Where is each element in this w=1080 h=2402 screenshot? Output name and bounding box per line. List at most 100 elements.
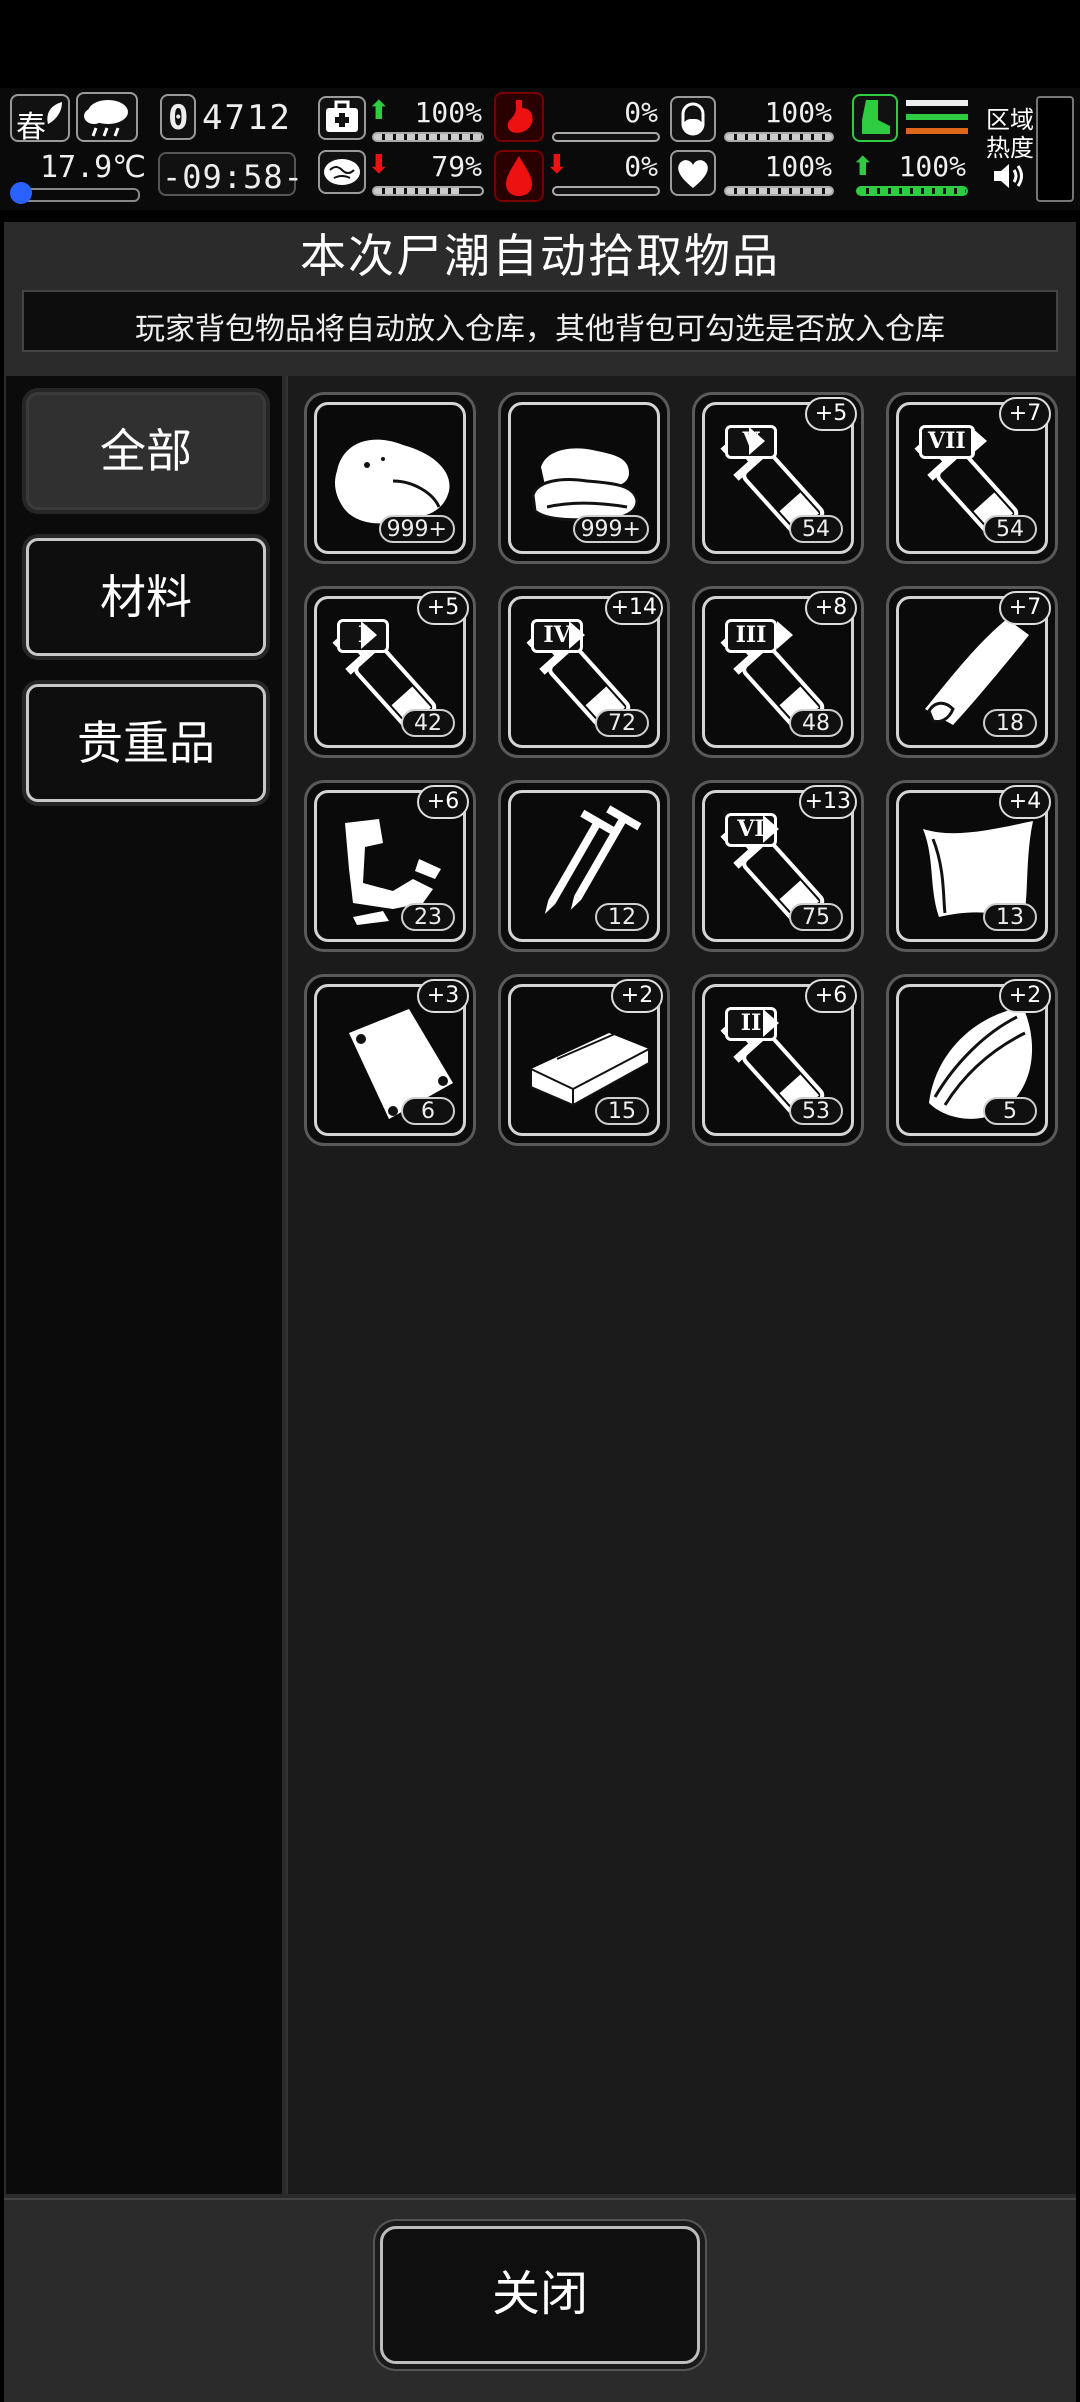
- tier-arrow: [569, 621, 585, 649]
- item-slot-frame: 999+: [508, 402, 660, 554]
- medkit-icon: [326, 100, 358, 132]
- tier-arrow: [971, 427, 987, 455]
- heart-pct: 100%: [764, 150, 832, 183]
- item-count: 42: [401, 709, 455, 737]
- item-slot[interactable]: IV 72 +14: [498, 586, 670, 758]
- hunger-pct: 0%: [624, 96, 658, 129]
- item-bonus-badge: +5: [417, 591, 469, 625]
- item-slot[interactable]: III 48 +8: [692, 586, 864, 758]
- item-slot[interactable]: 6 +3: [304, 974, 476, 1146]
- category-sidebar: 全部 材料 贵重品: [6, 376, 282, 2194]
- pill-icon: [681, 102, 705, 136]
- item-count: 75: [789, 903, 843, 931]
- tab-valuables[interactable]: 贵重品: [26, 684, 266, 802]
- temperature-bar: [14, 188, 140, 202]
- item-bonus-badge: +13: [798, 785, 857, 819]
- day-digit: 0: [168, 98, 189, 138]
- item-bonus-badge: +14: [604, 591, 663, 625]
- item-slot[interactable]: VII 54 +7: [886, 392, 1058, 564]
- page-title: 本次尸潮自动拾取物品: [300, 229, 780, 283]
- tier-label: III: [725, 619, 777, 653]
- stomach-badge: [494, 92, 544, 142]
- item-slot[interactable]: 999+: [304, 392, 476, 564]
- blood-badge: [494, 150, 544, 202]
- health-bar: [372, 132, 484, 142]
- speaker-icon[interactable]: [990, 160, 1028, 192]
- item-bonus-badge: +3: [417, 979, 469, 1013]
- item-slot[interactable]: 23 +6: [304, 780, 476, 952]
- item-slot[interactable]: 999+: [498, 392, 670, 564]
- stamina-stripes: [906, 98, 968, 142]
- season-badge: 春: [10, 94, 70, 145]
- zone-heat-meter: [1036, 96, 1074, 202]
- drink-pct: 100%: [764, 96, 832, 129]
- item-count: 48: [789, 709, 843, 737]
- leaf-icon: [47, 102, 62, 124]
- boot-badge: [852, 94, 898, 142]
- pill-badge: [670, 96, 716, 142]
- item-slot[interactable]: 13 +4: [886, 780, 1058, 952]
- item-slot[interactable]: V 54 +5: [692, 392, 864, 564]
- item-count: 53: [789, 1097, 843, 1125]
- item-count: 999+: [572, 515, 649, 543]
- heart-bar: [724, 186, 834, 196]
- item-bonus-badge: +5: [805, 397, 857, 431]
- item-slot[interactable]: VI 75 +13: [692, 780, 864, 952]
- bleed-bar: [552, 186, 660, 196]
- medkit-badge: [318, 96, 366, 140]
- item-count: 12: [595, 903, 649, 931]
- item-count: 54: [789, 515, 843, 543]
- item-bonus-badge: +6: [805, 979, 857, 1013]
- clock-box: -09:58-: [158, 152, 303, 196]
- tier-label: VII: [919, 425, 975, 459]
- zone-label-1: 区域: [986, 106, 1034, 134]
- weather-badge: [76, 92, 138, 142]
- tier-arrow: [749, 427, 765, 455]
- tier-arrow: [763, 815, 779, 843]
- heart-icon: [678, 160, 708, 188]
- item-bonus-badge: +6: [417, 785, 469, 819]
- day-digit-box: 0: [160, 94, 196, 140]
- temperature-readout: 17.9℃: [40, 150, 146, 185]
- tab-all[interactable]: 全部: [26, 392, 266, 510]
- item-slot[interactable]: 15 +2: [498, 974, 670, 1146]
- item-bonus-badge: +4: [999, 785, 1051, 819]
- clock: -09:58-: [162, 158, 304, 196]
- mood-pct: 79%: [431, 150, 482, 183]
- brain-badge: [318, 150, 366, 194]
- status-hud: 春 17.9℃ 0 4712 -09:58- ⬆ 100% ⬇ 79% 0% ⬇: [0, 88, 1080, 210]
- tier-arrow: [763, 1009, 779, 1037]
- drink-bar: [724, 132, 834, 142]
- tab-materials[interactable]: 材料: [26, 538, 266, 656]
- item-slot[interactable]: 18 +7: [886, 586, 1058, 758]
- mood-bar: [372, 186, 484, 196]
- close-button[interactable]: 关闭: [380, 2226, 700, 2364]
- boot-icon: [862, 100, 890, 134]
- stamina-bar: [856, 186, 968, 196]
- stomach-icon: [507, 100, 533, 133]
- tier-arrow: [361, 621, 377, 649]
- item-slot[interactable]: II 53 +6: [692, 974, 864, 1146]
- item-slot[interactable]: 5 +2: [886, 974, 1058, 1146]
- day-counter: 4712: [202, 98, 292, 138]
- item-bonus-badge: +7: [999, 591, 1051, 625]
- item-slot-frame: 999+: [314, 402, 466, 554]
- zone-heat-label: 区域 热度: [986, 106, 1034, 162]
- item-slot[interactable]: 12: [498, 780, 670, 952]
- hunger-bar: [552, 132, 660, 142]
- item-bonus-badge: +8: [805, 591, 857, 625]
- zone-label-2: 热度: [986, 134, 1034, 162]
- item-count: 5: [983, 1097, 1037, 1125]
- item-bonus-badge: +2: [999, 979, 1051, 1013]
- item-count: 13: [983, 903, 1037, 931]
- subtitle-box: 玩家背包物品将自动放入仓库，其他背包可勾选是否放入仓库: [22, 290, 1058, 352]
- item-count: 23: [401, 903, 455, 931]
- item-count: 18: [983, 709, 1037, 737]
- item-count: 72: [595, 709, 649, 737]
- brain-icon: [324, 159, 360, 185]
- stamina-pct: 100%: [898, 150, 966, 183]
- item-bonus-badge: +2: [611, 979, 663, 1013]
- tier-arrow: [777, 621, 793, 649]
- item-slot[interactable]: I 42 +5: [304, 586, 476, 758]
- bleed-pct: 0%: [624, 150, 658, 183]
